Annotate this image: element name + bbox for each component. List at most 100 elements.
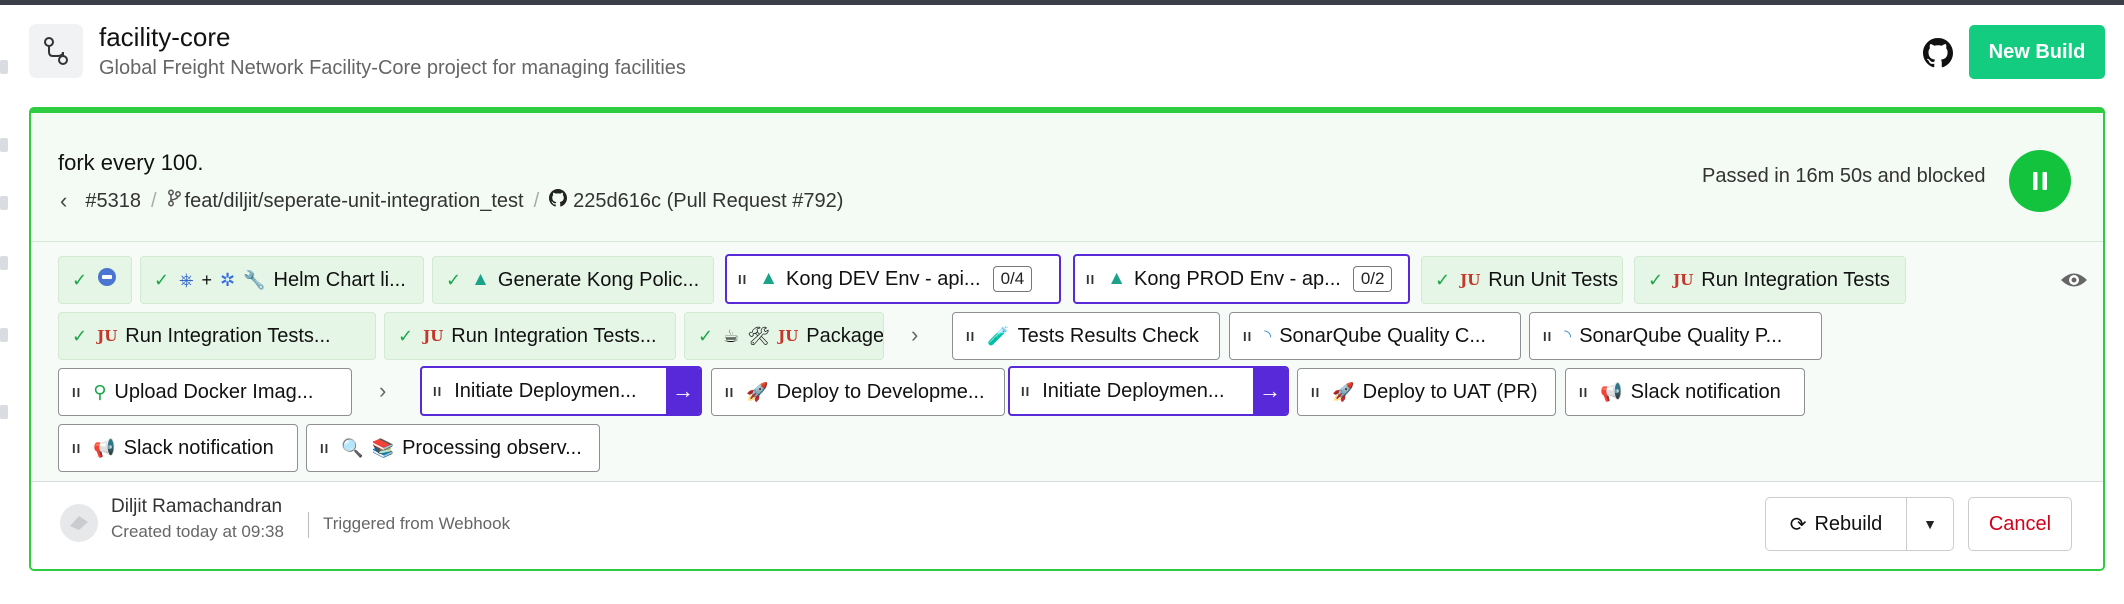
chevron-right-icon: ›: [911, 322, 919, 347]
footer-divider: [308, 512, 309, 538]
job-chip[interactable]: II 🚀 Deploy to UAT (PR): [1297, 368, 1556, 416]
test-tube-icon: 🧪: [987, 325, 1010, 346]
megaphone-icon: 📢: [1600, 381, 1623, 402]
job-chip[interactable]: ✓: [58, 256, 132, 304]
megaphone-icon: 📢: [93, 437, 116, 458]
job-chip[interactable]: II ◝ SonarQube Quality P...: [1529, 312, 1822, 360]
junit-icon: JU: [97, 327, 118, 345]
pause-icon: [2009, 150, 2071, 212]
trigger-chip[interactable]: II Initiate Deploymen... →: [420, 366, 702, 416]
build-message: fork every 100.: [58, 150, 204, 175]
circle-badge-icon: [97, 267, 117, 293]
pause-icon: II: [1243, 328, 1253, 344]
sonarqube-icon: ◝: [1564, 325, 1572, 346]
job-chip[interactable]: II 📢 Slack notification: [58, 424, 298, 472]
books-icon: 📚: [371, 437, 395, 458]
job-label: Kong DEV Env - api...: [786, 267, 981, 290]
sonarqube-icon: ◝: [1264, 325, 1272, 346]
rebuild-dropdown[interactable]: ▼: [1906, 497, 1954, 551]
kong-icon: ▲: [471, 269, 490, 290]
job-chip[interactable]: ✓ JU Run Integration Tests: [1634, 256, 1906, 304]
helm-icon: ⎈: [179, 269, 194, 290]
build-header: fork every 100. ‹ #5318 / feat/diljit/se…: [31, 113, 2103, 242]
caret-down-icon: ▼: [1923, 516, 1937, 532]
job-label: Initiate Deploymen...: [1042, 379, 1225, 402]
check-icon: ✓: [154, 269, 170, 290]
job-label: Helm Chart li...: [273, 268, 406, 291]
job-label: Run Integration Tests...: [451, 324, 657, 347]
plus-icon: +: [201, 269, 213, 290]
window-top-edge: [0, 0, 2124, 5]
job-chip[interactable]: ✓ JU Run Integration Tests...: [58, 312, 376, 360]
arrow-right-icon: →: [1253, 368, 1287, 414]
rebuild-button[interactable]: ⟳ Rebuild: [1765, 497, 1907, 551]
check-icon: ✓: [72, 325, 88, 346]
job-group-chip[interactable]: II ▲ Kong DEV Env - api... 0/4: [725, 254, 1061, 304]
job-chip[interactable]: II ◝ SonarQube Quality C...: [1229, 312, 1521, 360]
trigger-source: Triggered from Webhook: [323, 514, 511, 533]
tools-icon: 🛠: [747, 325, 771, 346]
job-group-chip[interactable]: II ▲ Kong PROD Env - ap... 0/2: [1073, 254, 1410, 304]
build-footer: Diljit Ramachandran Created today at 09:…: [31, 482, 2103, 569]
job-label: Deploy to UAT (PR): [1362, 380, 1538, 403]
check-icon: ✓: [698, 325, 714, 346]
pause-icon: II: [725, 384, 735, 400]
job-chip[interactable]: ✓ ⎈ + ✲ 🔧 Helm Chart li...: [140, 256, 424, 304]
job-chip[interactable]: II ⚲ Upload Docker Imag...: [58, 368, 352, 416]
job-label: SonarQube Quality P...: [1579, 324, 1783, 347]
cancel-button[interactable]: Cancel: [1968, 497, 2072, 551]
rocket-icon: 🚀: [746, 381, 769, 402]
job-label: Slack notification: [123, 436, 274, 459]
branch-name[interactable]: feat/diljit/seperate-unit-integration_te…: [185, 190, 524, 213]
kubernetes-icon: ✲: [220, 269, 236, 290]
job-label: Run Unit Tests: [1488, 268, 1618, 291]
job-label: Deploy to Developme...: [776, 380, 985, 403]
project-title[interactable]: facility-core: [99, 22, 230, 53]
job-label: Processing observ...: [402, 436, 582, 459]
job-label: Kong PROD Env - ap...: [1134, 267, 1341, 290]
new-build-button[interactable]: New Build: [1969, 25, 2105, 79]
junit-icon: JU: [778, 327, 799, 345]
pause-icon: II: [966, 328, 976, 344]
pause-icon: II: [738, 271, 748, 287]
job-chip[interactable]: ✓ JU Run Unit Tests: [1421, 256, 1623, 304]
github-icon[interactable]: [1921, 36, 1955, 70]
pause-icon: II: [1311, 384, 1321, 400]
pause-icon: II: [1579, 384, 1589, 400]
pause-icon: II: [433, 383, 443, 399]
job-chip[interactable]: ✓ ☕ 🛠 JU Package: [684, 312, 884, 360]
chevron-left-icon[interactable]: ‹: [60, 188, 67, 214]
job-count-badge: 0/4: [992, 266, 1033, 292]
job-chip[interactable]: ✓ ▲ Generate Kong Polic...: [432, 256, 714, 304]
check-icon: ✓: [446, 269, 462, 290]
job-label: Package: [806, 324, 884, 347]
junit-icon: JU: [423, 327, 444, 345]
pipeline-icon: [29, 24, 83, 78]
docker-icon: ⚲: [93, 381, 107, 402]
junit-icon: JU: [1460, 271, 1481, 289]
commit-link[interactable]: 225d616c (Pull Request #792): [573, 190, 843, 213]
background-sidebar-fragment: [0, 60, 8, 480]
kong-icon: ▲: [1107, 268, 1127, 289]
created-time: Created today at 09:38: [111, 522, 284, 541]
job-chip[interactable]: II 📢 Slack notification: [1565, 368, 1805, 416]
branch-icon: [167, 189, 181, 213]
job-list: ✓ ✓ ⎈ + ✲ 🔧 Helm Chart li... ✓ ▲ Generat…: [31, 242, 2103, 482]
job-chip[interactable]: II 🔍 📚 Processing observ...: [306, 424, 600, 472]
pause-icon: II: [1543, 328, 1553, 344]
job-chip[interactable]: II 🧪 Tests Results Check: [952, 312, 1220, 360]
pause-icon: II: [1086, 271, 1096, 287]
trigger-chip[interactable]: II Initiate Deploymen... →: [1008, 366, 1289, 416]
job-label: Tests Results Check: [1017, 324, 1199, 347]
junit-icon: JU: [1673, 271, 1694, 289]
build-meta: ‹ #5318 / feat/diljit/seperate-unit-inte…: [60, 187, 843, 215]
check-icon: ✓: [1435, 269, 1451, 290]
build-number[interactable]: #5318: [85, 190, 141, 213]
job-chip[interactable]: ✓ JU Run Integration Tests...: [384, 312, 676, 360]
pause-icon: II: [320, 440, 330, 456]
job-chip[interactable]: II 🚀 Deploy to Developme...: [711, 368, 1005, 416]
eye-icon[interactable]: [2059, 267, 2089, 293]
chevron-right-icon: ›: [379, 378, 387, 403]
github-icon: [549, 189, 568, 213]
check-icon: ✓: [72, 269, 88, 290]
